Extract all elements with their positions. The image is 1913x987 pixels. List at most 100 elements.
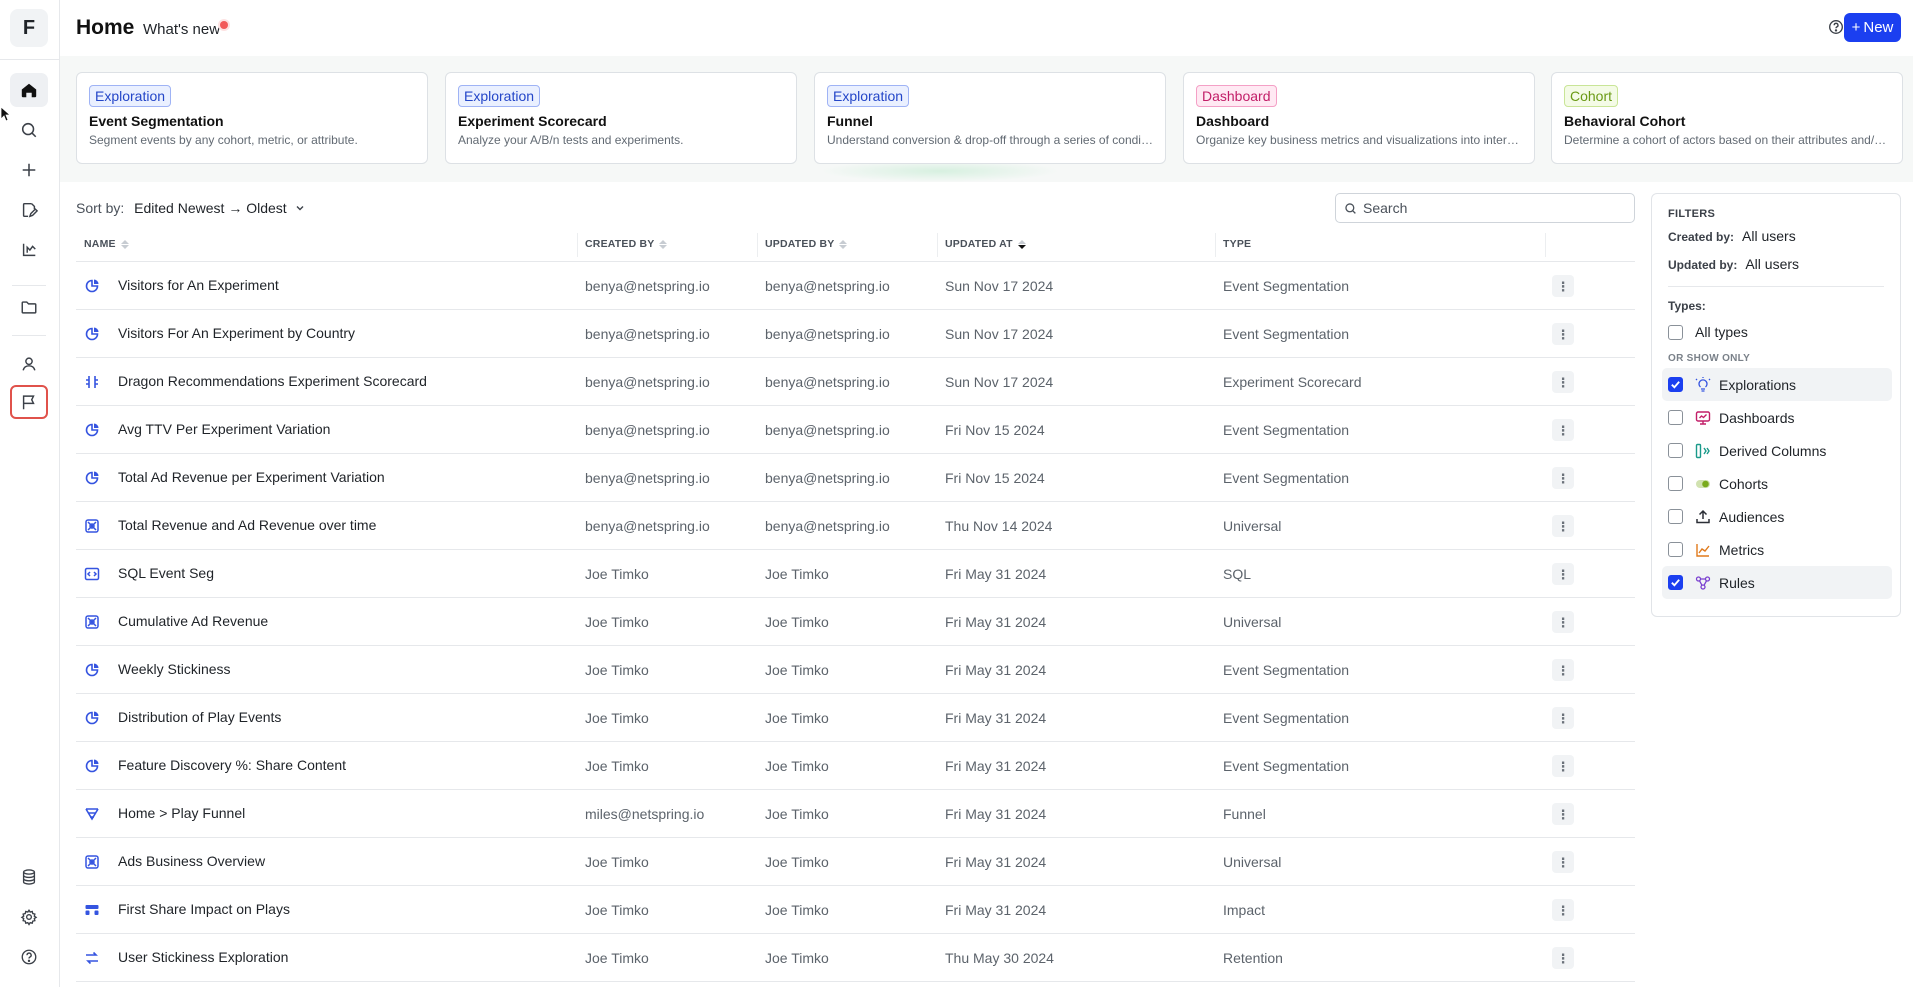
more-options-icon[interactable]: ⋮ (1552, 323, 1574, 345)
table-row[interactable]: Total Revenue and Ad Revenue over time be… (76, 502, 1635, 550)
updated-by-value[interactable]: All users (1745, 256, 1799, 272)
column-header-type[interactable]: TYPE (1223, 238, 1251, 250)
table-row[interactable]: Distribution of Play Events Joe Timko Joe … (76, 694, 1635, 742)
row-name[interactable]: Total Revenue and Ad Revenue over time (118, 517, 376, 533)
sort-by-value[interactable]: Edited Newest → Oldest (134, 200, 304, 216)
created-by-filter[interactable]: Created by: All users (1668, 228, 1884, 244)
sort-by-control[interactable]: Sort by: Edited Newest → Oldest (76, 200, 305, 216)
help-circle-icon[interactable] (1827, 18, 1845, 36)
row-name[interactable]: Home > Play Funnel (118, 805, 245, 821)
table-row[interactable]: Weekly Stickiness Joe Timko Joe Timko Fri M… (76, 646, 1635, 694)
row-name[interactable]: User Stickiness Exploration (118, 949, 288, 965)
table-row[interactable]: Total Ad Revenue per Experiment Variatio… (76, 454, 1635, 502)
more-options-icon[interactable]: ⋮ (1552, 515, 1574, 537)
row-name[interactable]: Feature Discovery %: Share Content (118, 757, 346, 773)
row-type: Event Segmentation (1223, 710, 1350, 726)
derived-columns-checkbox[interactable] (1668, 443, 1683, 458)
table-row[interactable]: Ads Business Overview Joe Timko Joe Timko F… (76, 838, 1635, 886)
table-row[interactable]: Visitors for An Experiment benya@netsprin… (76, 262, 1635, 310)
table-row[interactable]: First Share Impact on Plays Joe Timko Joe … (76, 886, 1635, 934)
audiences-checkbox[interactable] (1668, 509, 1683, 524)
row-name[interactable]: First Share Impact on Plays (118, 901, 290, 917)
template-card[interactable]: Cohort Behavioral Cohort Determine a cohor… (1551, 72, 1903, 164)
more-options-icon[interactable]: ⋮ (1552, 707, 1574, 729)
row-name[interactable]: Dragon Recommendations Experiment Scorec… (118, 373, 427, 389)
row-name[interactable]: SQL Event Seg (118, 565, 214, 581)
more-options-icon[interactable]: ⋮ (1552, 947, 1574, 969)
whats-new-link[interactable]: What's new (143, 21, 229, 38)
flag-icon[interactable] (10, 385, 48, 419)
more-options-icon[interactable]: ⋮ (1552, 659, 1574, 681)
rules-checkbox[interactable] (1668, 575, 1683, 590)
created-by-value[interactable]: All users (1742, 228, 1796, 244)
table-row[interactable]: Feature Discovery %: Share Content Joe Ti… (76, 742, 1635, 790)
filter-option-dashboards[interactable]: Dashboards (1662, 401, 1892, 434)
cohorts-checkbox[interactable] (1668, 476, 1683, 491)
plus-icon: + (1851, 19, 1861, 36)
user-icon[interactable] (10, 347, 48, 381)
template-card[interactable]: Dashboard Dashboard Organize key business … (1183, 72, 1535, 164)
more-options-icon[interactable]: ⋮ (1552, 371, 1574, 393)
more-options-icon[interactable]: ⋮ (1552, 755, 1574, 777)
row-name[interactable]: Total Ad Revenue per Experiment Variatio… (118, 469, 385, 485)
metrics-checkbox[interactable] (1668, 542, 1683, 557)
table-row[interactable]: Home > Play Funnel miles@netspring.io Joe … (76, 790, 1635, 838)
flask-chart-icon[interactable] (10, 233, 48, 267)
search-box[interactable] (1335, 193, 1635, 223)
column-header-created-by[interactable]: CREATED BY (585, 238, 668, 250)
more-options-icon[interactable]: ⋮ (1552, 275, 1574, 297)
filter-option-explorations[interactable]: Explorations (1662, 368, 1892, 401)
filter-option-audiences[interactable]: Audiences (1662, 500, 1892, 533)
more-options-icon[interactable]: ⋮ (1552, 563, 1574, 585)
help-icon[interactable] (10, 940, 48, 974)
updated-by-filter[interactable]: Updated by: All users (1668, 256, 1884, 272)
more-options-icon[interactable]: ⋮ (1552, 899, 1574, 921)
table-row[interactable]: Dragon Recommendations Experiment Scorec… (76, 358, 1635, 406)
filter-option-derived-columns[interactable]: Derived Columns (1662, 434, 1892, 467)
filter-option-rules[interactable]: Rules (1662, 566, 1892, 599)
filter-option-metrics[interactable]: Metrics (1662, 533, 1892, 566)
all-types-checkbox[interactable] (1668, 324, 1683, 340)
row-name[interactable]: Cumulative Ad Revenue (118, 613, 268, 629)
template-card[interactable]: Exploration Event Segmentation Segment eve… (76, 72, 428, 164)
row-name[interactable]: Visitors for An Experiment (118, 277, 279, 293)
more-options-icon[interactable]: ⋮ (1552, 611, 1574, 633)
column-header-updated-by[interactable]: UPDATED BY (765, 238, 848, 250)
folder-icon[interactable] (10, 290, 48, 324)
row-name[interactable]: Ads Business Overview (118, 853, 265, 869)
search-icon[interactable] (10, 113, 48, 147)
template-card[interactable]: Exploration Experiment Scorecard Analyze y… (445, 72, 797, 164)
template-description: Analyze your A/B/n tests and experiments… (458, 133, 684, 147)
app-logo[interactable]: F (10, 9, 48, 47)
column-header-name[interactable]: NAME (84, 238, 129, 250)
new-button[interactable]: + New (1844, 13, 1901, 42)
row-type: Event Segmentation (1223, 326, 1350, 342)
row-updated-by: benya@netspring.io (765, 278, 890, 294)
more-options-icon[interactable]: ⋮ (1552, 419, 1574, 441)
explorations-checkbox[interactable] (1668, 377, 1683, 392)
table-row[interactable]: Cumulative Ad Revenue Joe Timko Joe Timko F… (76, 598, 1635, 646)
database-icon[interactable] (10, 860, 48, 894)
table-row[interactable]: Avg TTV Per Experiment Variation benya@ne… (76, 406, 1635, 454)
row-name[interactable]: Visitors For An Experiment by Country (118, 325, 355, 341)
home-icon[interactable] (10, 73, 48, 107)
row-created-by: Joe Timko (585, 758, 649, 774)
table-row[interactable]: User Stickiness Exploration Joe Timko Joe … (76, 934, 1635, 982)
filter-option-cohorts[interactable]: Cohorts (1662, 467, 1892, 500)
table-row[interactable]: SQL Event Seg Joe Timko Joe Timko Fri May 3… (76, 550, 1635, 598)
more-options-icon[interactable]: ⋮ (1552, 851, 1574, 873)
template-card[interactable]: Exploration Funnel Understand conversion &… (814, 72, 1166, 164)
filter-option-all-types[interactable]: All types (1662, 317, 1892, 347)
search-input[interactable] (1363, 200, 1613, 216)
row-name[interactable]: Avg TTV Per Experiment Variation (118, 421, 330, 437)
plus-icon[interactable] (10, 153, 48, 187)
more-options-icon[interactable]: ⋮ (1552, 803, 1574, 825)
table-row[interactable]: Visitors For An Experiment by Country ben… (76, 310, 1635, 358)
column-header-updated-at[interactable]: UPDATED AT (945, 238, 1026, 250)
more-options-icon[interactable]: ⋮ (1552, 467, 1574, 489)
row-name[interactable]: Distribution of Play Events (118, 709, 281, 725)
gear-icon[interactable] (10, 900, 48, 934)
edit-document-icon[interactable] (10, 193, 48, 227)
dashboards-checkbox[interactable] (1668, 410, 1683, 425)
row-name[interactable]: Weekly Stickiness (118, 661, 231, 677)
